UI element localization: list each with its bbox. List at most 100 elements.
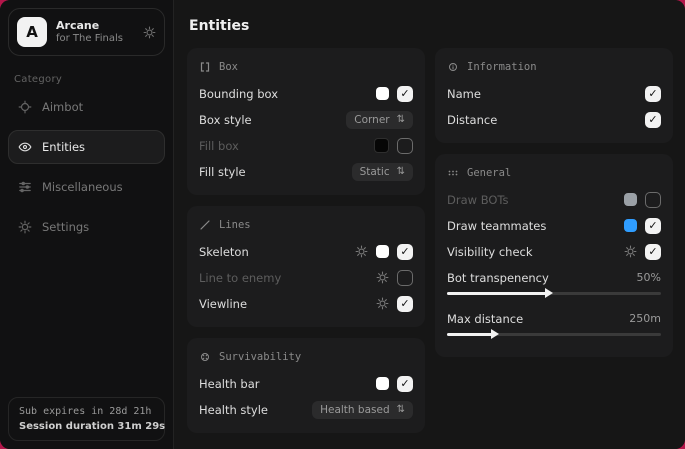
row-viewline: Viewline ✓: [199, 292, 413, 315]
row-skeleton: Skeleton ✓: [199, 240, 413, 263]
row-health-bar: Health bar ✓: [199, 372, 413, 395]
updown-arrows-icon: ⇅: [397, 166, 405, 177]
card-box: Box Bounding box ✓ Box style Corner: [187, 48, 425, 195]
card-survivability-header: Survivability: [199, 351, 413, 363]
gear-icon: [18, 220, 32, 234]
card-title: General: [467, 167, 511, 179]
viewline-settings-gear-icon[interactable]: [376, 297, 389, 310]
brand-text: Arcane for The Finals: [56, 19, 134, 45]
row-visibility-check: Visibility check ✓: [447, 240, 661, 263]
visibility-check-checkbox[interactable]: ✓: [645, 244, 661, 260]
left-column: Box Bounding box ✓ Box style Corner: [187, 48, 425, 433]
card-information-header: Information: [447, 61, 661, 73]
sidebar: A Arcane for The Finals Category Aimbot: [0, 0, 174, 449]
card-title: Survivability: [219, 351, 301, 363]
page-title: Entities: [189, 18, 672, 34]
app-logo: A: [17, 17, 47, 47]
name-checkbox[interactable]: ✓: [645, 86, 661, 102]
draw-teammates-color-swatch[interactable]: [624, 219, 637, 232]
subscription-card: Sub expires in 28d 21h Session duration …: [8, 397, 165, 441]
line-to-enemy-checkbox[interactable]: ✓: [397, 270, 413, 286]
skeleton-settings-gear-icon[interactable]: [355, 245, 368, 258]
bot-transparency-slider[interactable]: [447, 292, 661, 295]
sidebar-item-entities[interactable]: Entities: [8, 130, 165, 164]
card-title: Lines: [219, 219, 251, 231]
fill-box-color-swatch[interactable]: [374, 138, 389, 153]
card-general-header: General: [447, 167, 661, 179]
slider-thumb[interactable]: [545, 288, 553, 298]
sidebar-item-label: Miscellaneous: [42, 180, 123, 194]
row-bot-transparency: Bot transpenency 50%: [447, 266, 661, 289]
sub-expires-text: Sub expires in 28d 21h: [19, 406, 154, 417]
row-draw-teammates: Draw teammates ✓: [447, 214, 661, 237]
crosshair-icon: [18, 100, 32, 114]
row-fill-box: Fill box ✓: [199, 134, 413, 157]
card-general: General Draw BOTs ✓ Draw teammates: [435, 154, 673, 357]
main-content: Entities Box Bounding box: [174, 0, 685, 449]
card-lines-header: Lines: [199, 219, 413, 231]
row-draw-bots: Draw BOTs ✓: [447, 188, 661, 211]
brand-card: A Arcane for The Finals: [8, 8, 165, 56]
updown-arrows-icon: ⇅: [397, 114, 405, 125]
card-information: Information Name ✓ Distance ✓: [435, 48, 673, 143]
health-bar-checkbox[interactable]: ✓: [397, 376, 413, 392]
lifebuoy-icon: [199, 351, 211, 363]
row-bounding-box: Bounding box ✓: [199, 82, 413, 105]
sidebar-item-settings[interactable]: Settings: [8, 210, 165, 244]
brand-gear-icon[interactable]: [143, 26, 156, 39]
sidebar-item-label: Aimbot: [42, 100, 83, 114]
sidebar-nav: Aimbot Entities Miscellaneous Settings: [0, 87, 173, 247]
sidebar-item-aimbot[interactable]: Aimbot: [8, 90, 165, 124]
slider-fill: [447, 333, 494, 336]
distance-checkbox[interactable]: ✓: [645, 112, 661, 128]
line-to-enemy-settings-gear-icon[interactable]: [376, 271, 389, 284]
line-icon: [199, 219, 211, 231]
slider-fill: [447, 292, 548, 295]
health-style-dropdown[interactable]: Health based ⇅: [312, 401, 413, 419]
health-bar-color-swatch[interactable]: [376, 377, 389, 390]
row-distance: Distance ✓: [447, 108, 661, 131]
bounding-box-checkbox[interactable]: ✓: [397, 86, 413, 102]
draw-bots-color-swatch[interactable]: [624, 193, 637, 206]
logo-letter: A: [26, 23, 38, 41]
draw-teammates-checkbox[interactable]: ✓: [645, 218, 661, 234]
eye-icon: [18, 140, 32, 154]
sidebar-spacer: [0, 247, 173, 389]
viewline-checkbox[interactable]: ✓: [397, 296, 413, 312]
app-window: A Arcane for The Finals Category Aimbot: [0, 0, 685, 449]
session-duration-text: Session duration 31m 29s: [19, 421, 154, 432]
updown-arrows-icon: ⇅: [397, 404, 405, 415]
brackets-icon: [199, 61, 211, 73]
row-health-style: Health style Health based ⇅: [199, 398, 413, 421]
skeleton-checkbox[interactable]: ✓: [397, 244, 413, 260]
bot-transparency-value: 50%: [637, 271, 661, 284]
draw-bots-checkbox[interactable]: ✓: [645, 192, 661, 208]
slider-thumb[interactable]: [491, 329, 499, 339]
skeleton-color-swatch[interactable]: [376, 245, 389, 258]
sliders-icon: [18, 180, 32, 194]
card-title: Box: [219, 61, 238, 73]
card-box-header: Box: [199, 61, 413, 73]
row-line-to-enemy: Line to enemy ✓: [199, 266, 413, 289]
row-name: Name ✓: [447, 82, 661, 105]
fill-box-checkbox[interactable]: ✓: [397, 138, 413, 154]
sidebar-item-label: Settings: [42, 220, 89, 234]
category-label: Category: [14, 74, 159, 85]
card-lines: Lines Skeleton ✓ Line to enemy: [187, 206, 425, 327]
max-distance-slider[interactable]: [447, 333, 661, 336]
visibility-check-settings-gear-icon[interactable]: [624, 245, 637, 258]
app-subtitle: for The Finals: [56, 33, 134, 46]
row-fill-style: Fill style Static ⇅: [199, 160, 413, 183]
info-icon: [447, 61, 459, 73]
sidebar-item-miscellaneous[interactable]: Miscellaneous: [8, 170, 165, 204]
box-style-dropdown[interactable]: Corner ⇅: [346, 111, 413, 129]
grid-dots-icon: [447, 167, 459, 179]
fill-style-dropdown[interactable]: Static ⇅: [352, 163, 413, 181]
app-title: Arcane: [56, 19, 134, 33]
right-column: Information Name ✓ Distance ✓: [435, 48, 673, 357]
max-distance-value: 250m: [629, 312, 661, 325]
card-title: Information: [467, 61, 537, 73]
row-max-distance: Max distance 250m: [447, 307, 661, 330]
row-box-style: Box style Corner ⇅: [199, 108, 413, 131]
bounding-box-color-swatch[interactable]: [376, 87, 389, 100]
